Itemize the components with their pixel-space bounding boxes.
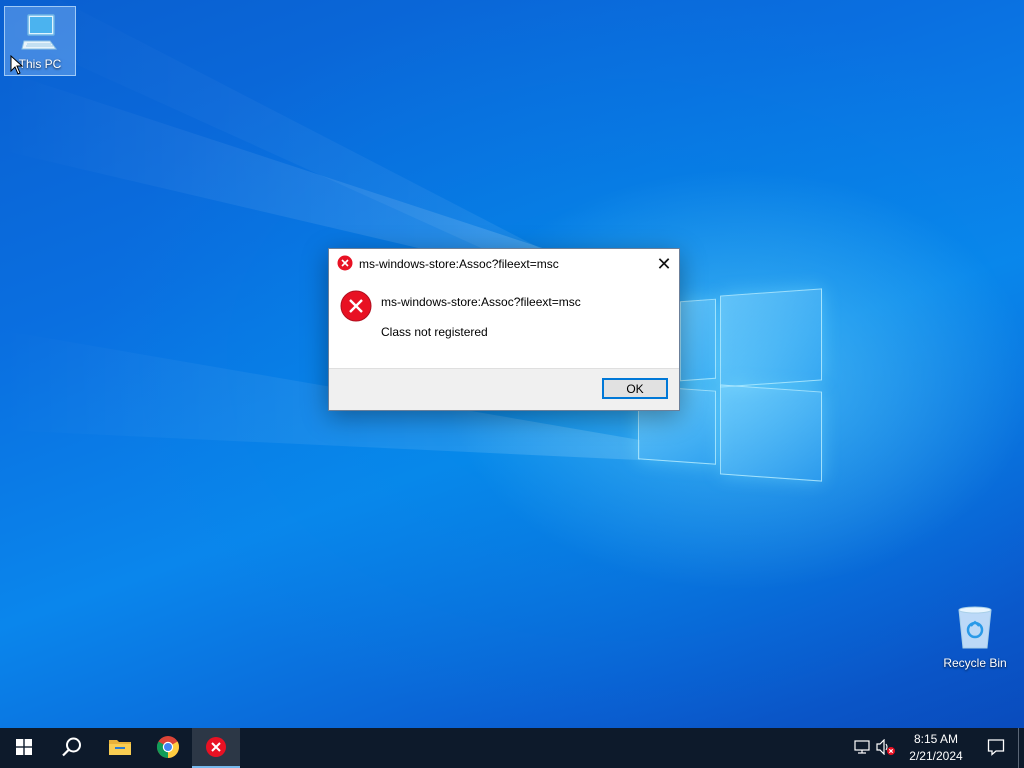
taskbar: 8:15 AM 2/21/2024 <box>0 728 1024 768</box>
desktop-icon-label: Recycle Bin <box>943 656 1007 670</box>
dialog-message: ms-windows-store:Assoc?fileext=msc <box>381 295 581 309</box>
network-icon <box>853 739 871 758</box>
wallpaper-logo-pane <box>680 298 716 382</box>
error-icon <box>337 255 353 274</box>
close-icon: ✕ <box>656 253 672 275</box>
show-desktop-button[interactable] <box>1018 728 1024 768</box>
clock[interactable]: 8:15 AM 2/21/2024 <box>898 728 974 768</box>
computer-icon <box>20 13 60 54</box>
wallpaper-logo-pane <box>720 288 822 388</box>
close-button[interactable]: ✕ <box>649 249 679 279</box>
volume-muted-icon <box>876 738 896 758</box>
error-icon <box>340 290 372 325</box>
desktop-icon-recycle-bin[interactable]: Recycle Bin <box>936 598 1014 670</box>
start-button[interactable] <box>0 728 48 768</box>
ok-button[interactable]: OK <box>602 378 668 399</box>
network-button[interactable] <box>850 728 874 768</box>
dialog-title: ms-windows-store:Assoc?fileext=msc <box>359 257 559 271</box>
volume-button[interactable] <box>874 728 898 768</box>
desktop-icon-label: This PC <box>18 57 62 71</box>
error-dialog-taskbar-button[interactable] <box>192 728 240 768</box>
error-dialog: ms-windows-store:Assoc?fileext=msc ✕ ms-… <box>328 248 680 411</box>
system-tray: 8:15 AM 2/21/2024 <box>850 728 1024 768</box>
notification-icon <box>987 738 1005 759</box>
search-icon <box>61 736 83 761</box>
dialog-detail: Class not registered <box>381 325 488 339</box>
wallpaper-logo-pane <box>720 384 822 482</box>
mouse-cursor-icon <box>10 55 24 75</box>
search-button[interactable] <box>48 728 96 768</box>
dialog-body: ms-windows-store:Assoc?fileext=msc Class… <box>329 279 679 369</box>
dialog-footer: OK <box>329 368 679 410</box>
folder-icon <box>108 737 132 760</box>
windows-start-icon <box>16 738 32 758</box>
clock-date: 2/21/2024 <box>909 749 963 763</box>
notification-button[interactable] <box>974 728 1018 768</box>
error-icon <box>205 736 227 761</box>
file-explorer-button[interactable] <box>96 728 144 768</box>
chrome-button[interactable] <box>144 728 192 768</box>
chrome-icon <box>156 735 180 762</box>
clock-time: 8:15 AM <box>913 732 959 746</box>
recycle-bin-icon <box>955 604 995 653</box>
dialog-titlebar[interactable]: ms-windows-store:Assoc?fileext=msc ✕ <box>329 249 679 279</box>
